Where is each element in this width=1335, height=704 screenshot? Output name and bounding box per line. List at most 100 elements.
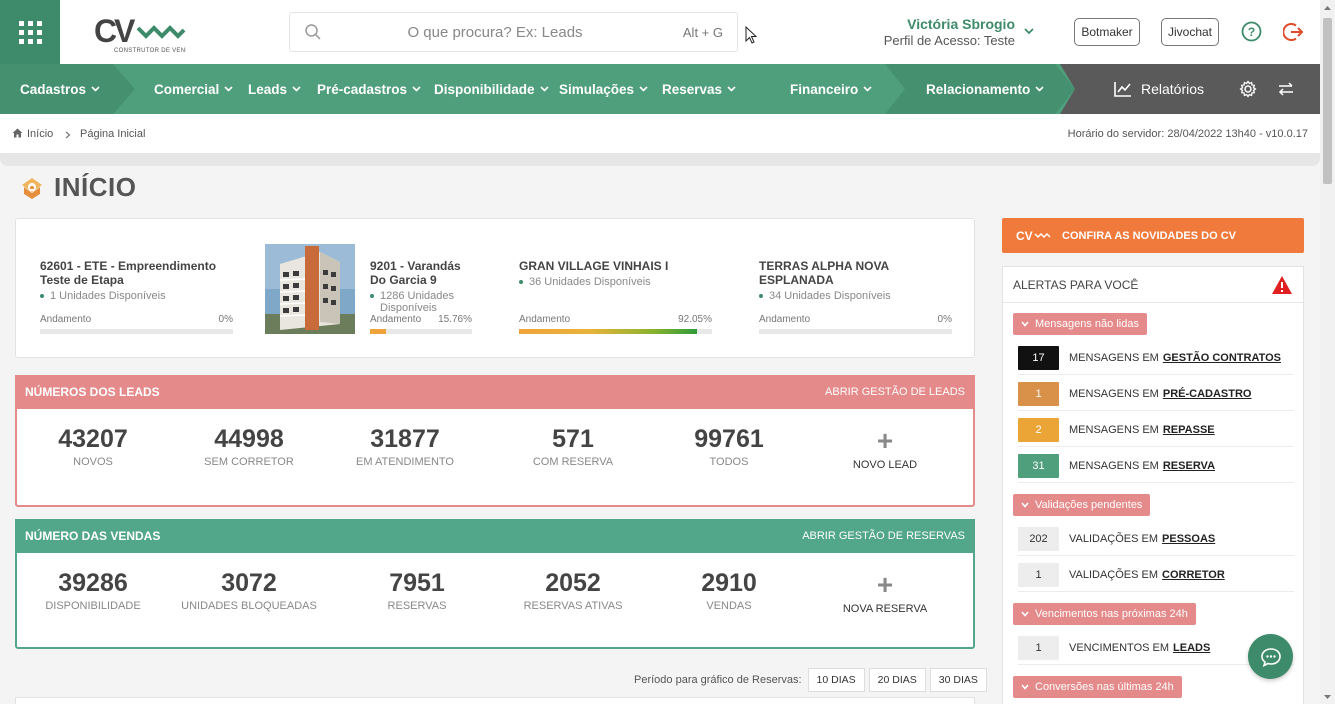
nav-financeiro[interactable]: Financeiro [790, 64, 872, 114]
alert-row: 17 MENSAGENS EM GESTÃO CONTRATOS [1018, 341, 1294, 375]
chat-button[interactable] [1248, 634, 1293, 679]
progress-bar [519, 329, 712, 334]
stat-todos[interactable]: 99761 TODOS [651, 425, 807, 468]
alert-row: 1 MENSAGENS EM PRÉ-CADASTRO [1018, 377, 1294, 411]
alerts-title: ALERTAS PARA VOCÊ [1013, 277, 1139, 292]
alert-link[interactable]: PRÉ-CADASTRO [1163, 388, 1252, 400]
alert-group-unread-messages[interactable]: Mensagens não lidas [1013, 313, 1147, 335]
main-nav: Cadastros Comercial Leads Pré-cadastros … [0, 64, 1320, 114]
nav-relatorios[interactable]: Relatórios [1114, 64, 1204, 114]
period-20-days-button[interactable]: 20 DIAS [868, 668, 926, 692]
alert-link[interactable]: REPASSE [1163, 424, 1215, 436]
scroll-thumb[interactable] [1323, 18, 1332, 184]
search-shortcut: Alt + G [682, 25, 723, 40]
svg-text:CV: CV [1016, 229, 1033, 243]
progress-bar [370, 329, 472, 334]
alert-link[interactable]: GESTÃO CONTRATOS [1163, 352, 1281, 364]
period-30-days-button[interactable]: 30 DIAS [929, 668, 987, 692]
nav-reservas[interactable]: Reservas [662, 64, 736, 114]
progress-bar [40, 329, 233, 334]
scroll-down-icon[interactable] [1323, 693, 1332, 701]
chevron-down-icon [1021, 611, 1029, 617]
alert-link[interactable]: RESERVA [1163, 460, 1215, 472]
enterprise-card[interactable]: TERRAS ALPHA NOVA ESPLANADA 34 Unidades … [759, 259, 952, 334]
chevron-down-icon[interactable] [1023, 26, 1035, 36]
alert-row: 31 MENSAGENS EM RESERVA [1018, 449, 1294, 483]
enterprise-card[interactable]: GRAN VILLAGE VINHAIS I 36 Unidades Dispo… [519, 259, 712, 334]
reservations-period: Período para gráfico de Reservas: 10 DIA… [634, 668, 987, 692]
chevron-down-icon [863, 86, 872, 92]
stat-sem-corretor[interactable]: 44998 SEM CORRETOR [171, 425, 327, 468]
period-10-days-button[interactable]: 10 DIAS [807, 668, 865, 692]
search-icon [305, 24, 321, 40]
top-bar: C V CONSTRUTOR DE VENDAS Alt + G Victóri… [0, 0, 1320, 64]
breadcrumb: Início Página Inicial Horário do servido… [0, 114, 1320, 154]
chevron-down-icon [224, 86, 233, 92]
stat-reservas[interactable]: 7951 RESERVAS [339, 569, 495, 612]
user-info[interactable]: Victória Sbrogio Perfil de Acesso: Teste [860, 16, 1015, 48]
cv-logo[interactable]: C V CONSTRUTOR DE VENDAS [92, 12, 186, 54]
nav-disponibilidade[interactable]: Disponibilidade [434, 64, 549, 114]
new-lead-button[interactable]: + NOVO LEAD [807, 425, 963, 472]
new-reservation-button[interactable]: + NOVA RESERVA [807, 569, 963, 616]
scroll-up-icon[interactable] [1323, 4, 1332, 12]
nav-pre-cadastros[interactable]: Pré-cadastros [317, 64, 421, 114]
breadcrumb-current: Página Inicial [80, 128, 146, 140]
stat-com-reserva[interactable]: 571 COM RESERVA [495, 425, 651, 468]
alert-link[interactable]: LEADS [1173, 642, 1210, 654]
breadcrumb-home[interactable]: Início [27, 128, 53, 140]
apps-menu-button[interactable] [0, 0, 60, 64]
nav-leads[interactable]: Leads [248, 64, 301, 114]
help-icon[interactable]: ? [1241, 21, 1262, 42]
jivochat-button[interactable]: Jivochat [1161, 18, 1219, 46]
stat-em-atendimento[interactable]: 31877 EM ATENDIMENTO [327, 425, 483, 468]
sales-panel-title: NÚMERO DAS VENDAS [25, 529, 161, 543]
stat-disponibilidade[interactable]: 39286 DISPONIBILIDADE [15, 569, 171, 612]
logout-icon[interactable] [1283, 21, 1305, 43]
chevron-down-icon [1021, 502, 1029, 508]
progress-bar [759, 329, 952, 334]
home-badge-icon [22, 177, 42, 199]
nav-cadastros[interactable]: Cadastros [20, 64, 100, 114]
botmaker-button[interactable]: Botmaker [1074, 18, 1140, 46]
alert-row: 2 MENSAGENS EM REPASSE [1018, 413, 1294, 447]
alert-row: 202 VALIDAÇÕES EM PESSOAS [1018, 522, 1294, 556]
stat-novos[interactable]: 43207 NOVOS [15, 425, 171, 468]
chevron-down-icon [1021, 684, 1029, 690]
alert-group-conversions-24h[interactable]: Conversões nas últimas 24h [1013, 676, 1182, 698]
swap-icon[interactable] [1277, 81, 1295, 97]
alert-row: 1 VALIDAÇÕES EM CORRETOR [1018, 558, 1294, 592]
user-profile: Perfil de Acesso: Teste [883, 33, 1015, 48]
chart-line-icon [1114, 82, 1131, 97]
enterprise-cards: 62601 - ETE - Empreendimento Teste de Et… [15, 218, 975, 358]
open-leads-link[interactable]: ABRIR GESTÃO DE LEADS [825, 386, 965, 398]
search-input[interactable] [330, 13, 660, 51]
cv-news-button[interactable]: CV CONFIRA AS NOVIDADES DO CV [1002, 218, 1304, 253]
server-time: Horário do servidor: 28/04/2022 13h40 - … [1067, 128, 1308, 140]
svg-text:?: ? [1248, 25, 1255, 39]
enterprise-card[interactable]: 62601 - ETE - Empreendimento Teste de Et… [40, 259, 233, 334]
user-name: Victória Sbrogio [907, 16, 1015, 32]
chat-bubble-icon [1260, 647, 1281, 667]
nav-comercial[interactable]: Comercial [154, 64, 233, 114]
plus-icon: + [876, 425, 894, 456]
plus-icon: + [876, 569, 894, 600]
gear-icon[interactable] [1239, 80, 1257, 98]
page-title: INÍCIO [20, 172, 136, 203]
chevron-down-icon [292, 86, 301, 92]
open-reservations-link[interactable]: ABRIR GESTÃO DE RESERVAS [802, 530, 965, 542]
alert-group-due-24h[interactable]: Vencimentos nas próximas 24h [1013, 603, 1196, 625]
search-box[interactable]: Alt + G [289, 12, 738, 52]
stat-vendas[interactable]: 2910 VENDAS [651, 569, 807, 612]
building-photo [265, 244, 355, 334]
nav-relacionamento[interactable]: Relacionamento [926, 64, 1044, 114]
alert-link[interactable]: CORRETOR [1162, 569, 1225, 581]
chevron-down-icon [1035, 86, 1044, 92]
nav-simulacoes[interactable]: Simulações [559, 64, 648, 114]
stat-unidades-bloqueadas[interactable]: 3072 UNIDADES BLOQUEADAS [171, 569, 327, 612]
stat-reservas-ativas[interactable]: 2052 RESERVAS ATIVAS [495, 569, 651, 612]
alert-group-pending-validations[interactable]: Validações pendentes [1013, 494, 1151, 516]
alert-link[interactable]: PESSOAS [1162, 533, 1215, 545]
page-scrollbar[interactable] [1320, 0, 1335, 704]
enterprise-card[interactable]: 9201 - Varandás Do Garcia 9 1286 Unidade… [370, 259, 472, 334]
